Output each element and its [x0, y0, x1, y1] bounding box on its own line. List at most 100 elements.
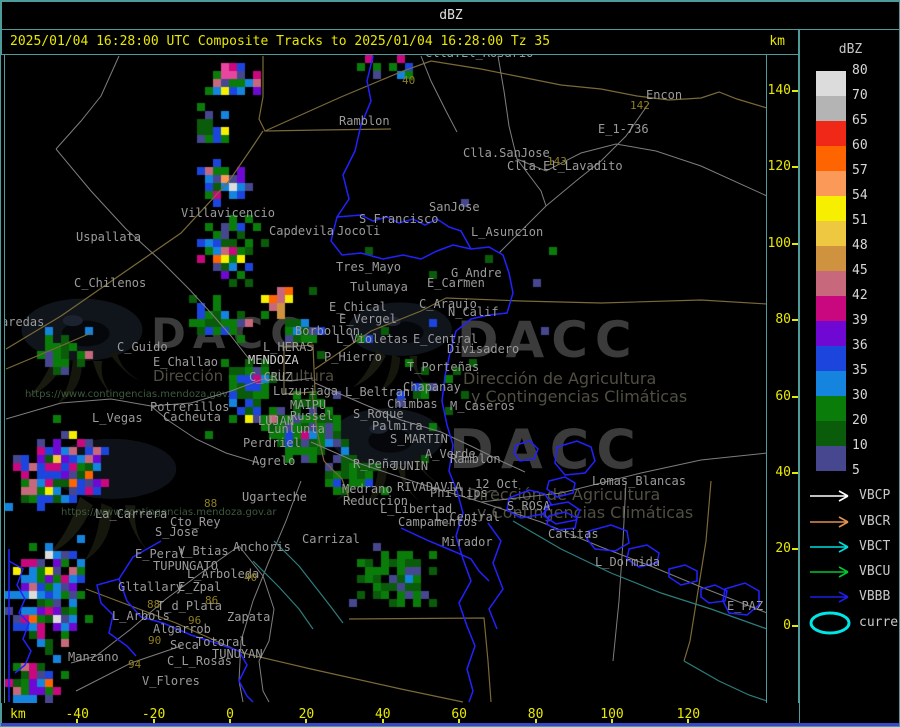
current-legend-label: current [859, 615, 899, 630]
current-cell-ellipse-icon [809, 611, 851, 635]
legend-swatch [816, 321, 846, 346]
header-row: 2025/01/04 16:28:00 UTC Composite Tracks… [1, 30, 799, 55]
place-label: T_Porteñas [407, 360, 480, 374]
y-axis: 140 120 100 80 60 40 20 0 [767, 55, 798, 703]
place-label: V_Flores [142, 674, 200, 688]
y-axis-tick-label: 40 [775, 465, 791, 480]
window-title: dBZ [439, 8, 463, 23]
place-label: S_Jose [155, 525, 199, 539]
route-number-label: 94 [128, 658, 142, 671]
place-label: Ramblon [450, 452, 501, 466]
radar-application-window: dBZ 2025/01/04 16:28:00 UTC Composite Tr… [0, 0, 900, 727]
place-label: E_Carmen [427, 276, 485, 290]
y-axis-tick-label: 80 [775, 312, 791, 328]
y-axis-tick-label: 120 [767, 159, 791, 175]
legend-dbz-label: 20 [852, 413, 868, 428]
legend-swatch [816, 171, 846, 196]
place-label: C_Chilenos [74, 276, 147, 290]
place-label: Mirador [442, 535, 493, 549]
place-label: E_Challao [153, 355, 219, 369]
legend-swatch [816, 71, 846, 96]
legend-dbz-label: 36 [852, 338, 868, 353]
legend-dbz-label: 45 [852, 263, 868, 278]
vbcp-arrow-icon [810, 490, 849, 502]
radar-map-viewport[interactable]: DACC Dirección de Agricultura https://ww… [5, 55, 766, 703]
place-label: Cacheuta [163, 410, 221, 424]
window-title-bar: dBZ [1, 1, 899, 30]
place-label: Tres_Mayo [336, 260, 402, 274]
legend-swatch [816, 121, 846, 146]
place-label: Clla.El_Rosario [425, 55, 533, 60]
legend-swatch [816, 421, 846, 446]
place-label: Gltallary [118, 580, 184, 594]
vbcu-arrow-icon [810, 566, 849, 578]
place-label: P_Hierro [324, 350, 382, 364]
x-axis: km -40 -20 0 20 40 60 80 100 120 [1, 703, 799, 724]
place-label: aredas [5, 315, 45, 329]
legend-swatch [816, 96, 846, 121]
legend-dbz-label: 39 [852, 313, 868, 328]
place-label: Agrelo [252, 454, 296, 468]
place-label: RIVADAVIA [397, 480, 463, 494]
place-label: L_Libertad [380, 502, 453, 516]
route-number-label: 40 [402, 74, 416, 87]
legend-dbz-label: 60 [852, 138, 868, 153]
place-label: L_Dormida [595, 555, 661, 569]
place-label: Carrizal [302, 532, 360, 546]
legend-swatch [816, 246, 846, 271]
y-axis-tick-label: 20 [775, 541, 791, 557]
legend-dbz-label: 5 [852, 463, 860, 478]
y-axis-tick-label: 140 [767, 83, 791, 98]
place-label: E_Zpal [178, 580, 222, 594]
place-label: M_Caseros [450, 399, 516, 413]
place-label: Zapata [227, 610, 271, 624]
place-label: JUNIN [392, 459, 429, 473]
header-km-unit: km [769, 34, 785, 49]
place-label: Perdriel [243, 436, 301, 450]
place-label: Luzuriaga [273, 384, 339, 398]
route-number-label: 88 [147, 598, 161, 611]
route-number-label: 142 [630, 99, 650, 112]
legend-swatch [816, 271, 846, 296]
legend-swatch [816, 296, 846, 321]
place-label: Ugarteche [242, 490, 308, 504]
place-label: L_Vegas [92, 411, 143, 425]
route-number-label: 86 [205, 594, 219, 607]
vbbb-arrow-icon [810, 591, 849, 603]
place-label: E_1-736 [598, 122, 649, 136]
vbcr-arrow-icon [810, 516, 849, 528]
legend-dbz-label: 57 [852, 163, 868, 178]
place-label: Tulumaya [350, 280, 408, 294]
place-label: Chapanay [403, 380, 461, 394]
place-label: Lomas_Blancas [592, 474, 686, 488]
place-label: L_Asuncion [471, 225, 544, 239]
place-label: La_Carrera [95, 507, 168, 521]
place-label: S_MARTIN [390, 432, 448, 446]
vbct-arrow-icon [810, 541, 849, 553]
place-label: Divisadero [447, 342, 520, 356]
legend-swatch [816, 146, 846, 171]
x-axis-unit: km [10, 707, 26, 722]
legend-swatch [816, 446, 846, 471]
route-number-label: 96 [188, 614, 202, 627]
legend-swatch [816, 346, 846, 371]
timestamp-header: 2025/01/04 16:28:00 UTC Composite Tracks… [10, 34, 551, 49]
legend-dbz-label: 54 [852, 188, 868, 203]
place-label: E_PAZ [727, 599, 764, 613]
legend-swatch [816, 371, 846, 396]
bottom-status-bar [1, 723, 899, 726]
route-number-label: 40 [244, 571, 258, 584]
place-label: Capdevila [269, 224, 335, 238]
legend-swatch [816, 396, 846, 421]
legend-dbz-label: 51 [852, 213, 868, 228]
legend-title: dBZ [838, 42, 863, 57]
place-label: C_Guido [117, 340, 168, 354]
place-label: R_Peña [353, 457, 397, 471]
route-number-label: 90 [148, 634, 162, 647]
legend-swatch [816, 196, 846, 221]
place-label: Encon [646, 88, 683, 102]
place-label: L_HERAS [263, 340, 314, 354]
place-label: Manzano [68, 650, 119, 664]
place-label: C_L_Rosas [167, 654, 233, 668]
y-axis-tick-label: 60 [775, 388, 791, 404]
